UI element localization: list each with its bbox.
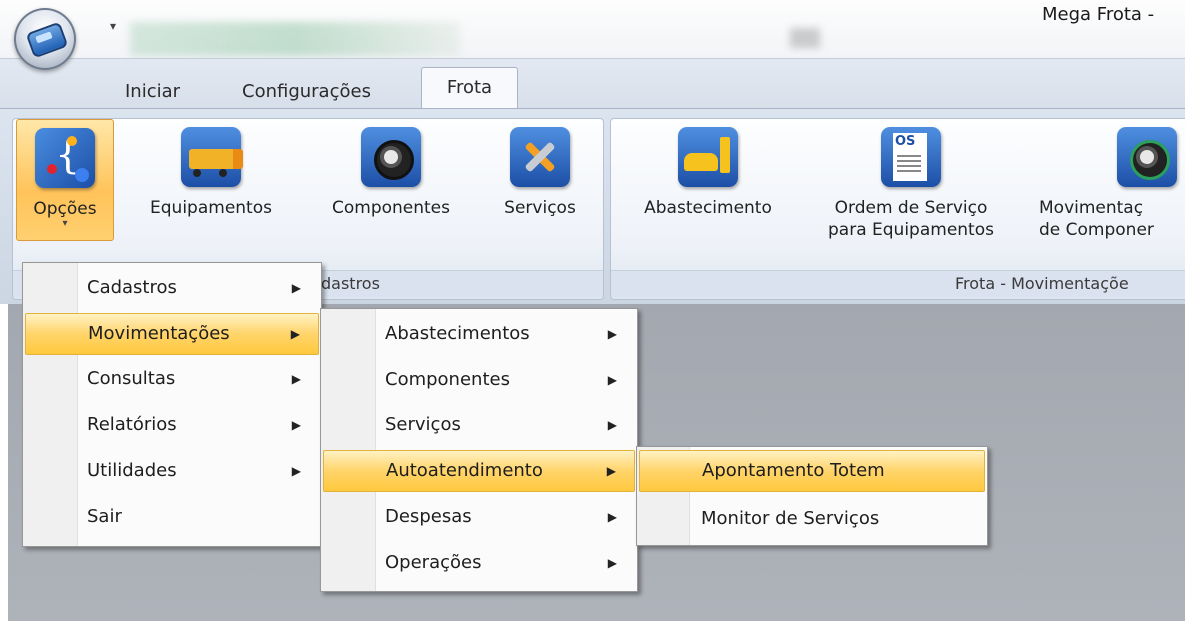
menu-item-operacoes[interactable]: Operações ▶ [323, 543, 635, 583]
opcoes-button[interactable]: Opções ▾ [16, 119, 114, 241]
menu-item-label: Despesas [385, 506, 472, 527]
truck-icon [181, 127, 243, 187]
ordem-servico-label-line1: Ordem de Serviço [834, 198, 988, 218]
menu-item-sair[interactable]: Sair [25, 497, 319, 537]
menu-item-label: Abastecimentos [385, 323, 530, 344]
submenu-arrow-icon: ▶ [607, 373, 617, 387]
ordem-servico-label-line2: para Equipamentos [828, 220, 994, 240]
submenu-arrow-icon: ▶ [607, 556, 617, 570]
submenu-arrow-icon: ▶ [607, 510, 617, 524]
abastecimento-label: Abastecimento [644, 198, 772, 218]
submenu-arrow-icon: ▶ [607, 418, 617, 432]
submenu-arrow-icon: ▶ [290, 327, 300, 341]
options-icon [35, 128, 95, 188]
blurred-region [790, 28, 820, 48]
submenu-arrow-icon: ▶ [607, 327, 617, 341]
ribbon-tab-strip: Iniciar Configurações Frota [0, 58, 1185, 109]
menu-item-consultas[interactable]: Consultas ▶ [25, 359, 319, 399]
fuel-car-icon [678, 127, 738, 187]
servicos-button[interactable]: Serviços [488, 127, 592, 219]
menu-item-monitor-servicos[interactable]: Monitor de Serviços [639, 499, 985, 539]
movimentacoes-submenu: Abastecimentos ▶ Componentes ▶ Serviços … [320, 308, 638, 592]
componentes-button[interactable]: Componentes [313, 127, 469, 219]
submenu-arrow-icon: ▶ [606, 464, 616, 478]
equipamentos-label: Equipamentos [150, 198, 272, 218]
work-order-icon [881, 127, 941, 187]
menu-item-label: Relatórios [87, 414, 177, 435]
submenu-arrow-icon: ▶ [291, 418, 301, 432]
menu-item-servicos[interactable]: Serviços ▶ [323, 405, 635, 445]
menu-item-label: Operações [385, 552, 482, 573]
tab-configuracoes[interactable]: Configurações [242, 79, 371, 109]
servicos-label: Serviços [504, 198, 576, 218]
menu-item-relatorios[interactable]: Relatórios ▶ [25, 405, 319, 445]
menu-item-autoatendimento[interactable]: Autoatendimento ▶ [323, 450, 635, 492]
blurred-quick-access-toolbar [130, 22, 460, 56]
menu-item-componentes[interactable]: Componentes ▶ [323, 360, 635, 400]
menu-item-abastecimentos[interactable]: Abastecimentos ▶ [323, 314, 635, 354]
menu-item-label: Autoatendimento [386, 460, 543, 481]
window-title: Mega Frota - [1042, 4, 1155, 25]
menu-item-label: Componentes [385, 369, 510, 390]
ribbon-group-movimentacoes: Abastecimento Ordem de Serviço para Equi… [610, 118, 1185, 300]
tire-icon [361, 127, 421, 187]
menu-item-utilidades[interactable]: Utilidades ▶ [25, 451, 319, 491]
menu-item-movimentacoes[interactable]: Movimentações ▶ [25, 313, 319, 355]
tab-frota[interactable]: Frota [421, 67, 518, 109]
tab-iniciar[interactable]: Iniciar [125, 79, 180, 109]
componentes-label: Componentes [331, 198, 450, 218]
abastecimento-button[interactable]: Abastecimento [623, 127, 793, 219]
menu-item-despesas[interactable]: Despesas ▶ [323, 497, 635, 537]
menu-item-cadastros[interactable]: Cadastros ▶ [25, 268, 319, 308]
group-label-movimentacoes: Frota - Movimentaçõe [611, 270, 1185, 297]
equipamentos-button[interactable]: Equipamentos [133, 127, 289, 219]
ordem-servico-button[interactable]: Ordem de Serviço para Equipamentos [811, 127, 1011, 241]
menu-item-label: Consultas [87, 368, 176, 389]
application-menu-button[interactable] [14, 8, 76, 70]
menu-item-label: Monitor de Serviços [701, 508, 880, 529]
submenu-arrow-icon: ▶ [291, 464, 301, 478]
movimentacao-componentes-button[interactable]: Movimentaç de Componer [1039, 127, 1185, 241]
opcoes-menu: Cadastros ▶ Movimentações ▶ Consultas ▶ … [22, 262, 322, 547]
title-bar: ▾ Mega Frota - [0, 0, 1185, 58]
autoatendimento-submenu: Apontamento Totem Monitor de Serviços [636, 446, 988, 546]
opcoes-label: Opções [33, 199, 97, 219]
movimentacao-label-line1: Movimentaç [1039, 198, 1144, 218]
chevron-down-icon: ▾ [62, 218, 68, 229]
movimentacao-label-line2: de Componer [1039, 220, 1154, 240]
menu-item-label: Apontamento Totem [702, 460, 885, 481]
menu-item-label: Cadastros [87, 277, 177, 298]
menu-item-label: Sair [87, 506, 122, 527]
menu-item-label: Serviços [385, 414, 461, 435]
menu-item-label: Utilidades [87, 460, 177, 481]
submenu-arrow-icon: ▶ [291, 281, 301, 295]
menu-item-apontamento-totem[interactable]: Apontamento Totem [639, 450, 985, 492]
tire-movement-icon [1117, 127, 1177, 187]
tools-icon [510, 127, 570, 187]
submenu-arrow-icon: ▶ [291, 372, 301, 386]
quick-access-dropdown-icon[interactable]: ▾ [110, 20, 120, 32]
app-logo-icon [25, 21, 69, 59]
menu-item-label: Movimentações [88, 323, 230, 344]
